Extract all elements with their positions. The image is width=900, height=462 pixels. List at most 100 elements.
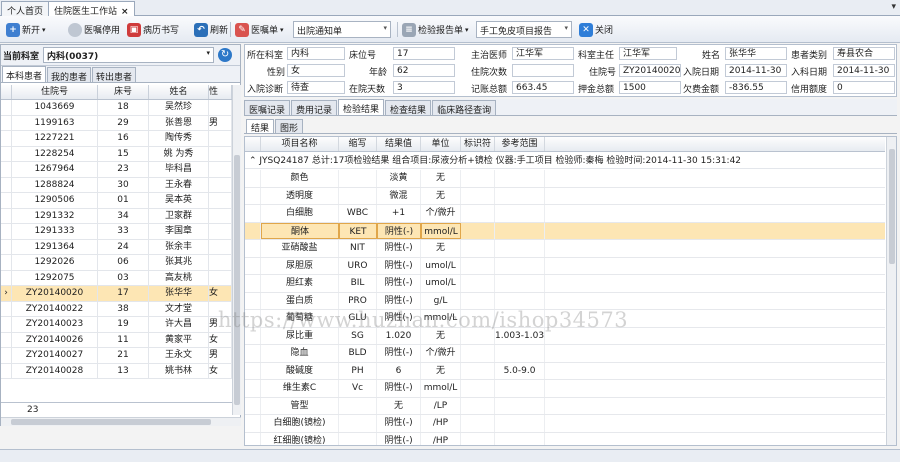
- tab-result-graph[interactable]: 图形: [275, 119, 304, 134]
- entry-date-field[interactable]: 2014-11-30: [833, 64, 895, 77]
- record-button[interactable]: ▣ 病历书写: [127, 20, 179, 39]
- sex-field[interactable]: 女: [287, 64, 345, 77]
- director-field[interactable]: 江华军: [619, 47, 677, 60]
- table-row[interactable]: 胆红素 BIL 阴性(-) umol/L: [245, 275, 885, 293]
- column-header-code[interactable]: 缩写: [339, 137, 377, 151]
- table-row[interactable]: 隐血 BLD 阴性(-) 个/微升: [245, 345, 885, 363]
- table-row[interactable]: 1291364 24 张余丰: [1, 239, 232, 255]
- table-row[interactable]: 尿胆原 URO 阴性(-) umol/L: [245, 257, 885, 275]
- tab-home[interactable]: 个人首页: [1, 1, 50, 17]
- diag-field[interactable]: 待查: [287, 81, 345, 94]
- column-header-inpatient-no[interactable]: 住院号: [12, 85, 98, 99]
- table-row[interactable]: › ZY20140020 17 张华华女: [1, 286, 232, 302]
- table-row[interactable]: 白细胞(镜检) 阴性(-)/HP: [245, 415, 885, 433]
- total-field[interactable]: 663.45: [512, 81, 574, 94]
- table-row[interactable]: 1043669 18 吴然珍: [1, 100, 232, 116]
- cell-unit: 无: [421, 170, 461, 187]
- table-row[interactable]: 1292026 06 张其兆: [1, 255, 232, 271]
- manual-report-select[interactable]: 手工免皮项目报告 ▾: [476, 21, 572, 38]
- table-row[interactable]: 1199163 29 张善恩男: [1, 115, 232, 131]
- column-header-value[interactable]: 结果值: [377, 137, 421, 151]
- table-row[interactable]: 1227221 16 陶传秀: [1, 131, 232, 147]
- cell-name: 许大昌: [149, 317, 209, 332]
- credit-field[interactable]: 0: [833, 81, 895, 94]
- table-row[interactable]: 1292075 03 高友桃: [1, 270, 232, 286]
- scrollbar-thumb[interactable]: [234, 155, 240, 405]
- tab-dept-patients[interactable]: 本科患者: [2, 66, 47, 82]
- table-row[interactable]: 1267964 23 毕科昌: [1, 162, 232, 178]
- cell-unit: 无: [421, 362, 461, 379]
- lab-report-button[interactable]: ≡ 检验报告单 ▾: [402, 20, 469, 39]
- tab-result-table[interactable]: 结果: [246, 119, 275, 134]
- table-row[interactable]: 亚硝酸盐 NIT 阴性(-) 无: [245, 240, 885, 258]
- order-sheet-button[interactable]: ✎ 医嘱单 ▾: [235, 20, 284, 39]
- tab-clinical-path[interactable]: 临床路径查询: [432, 100, 497, 116]
- days-field[interactable]: 3: [393, 81, 455, 94]
- table-row[interactable]: 1291333 33 李国章: [1, 224, 232, 240]
- refresh-dept-icon[interactable]: ↻: [218, 48, 233, 62]
- table-row[interactable]: ZY20140023 19 许大昌男: [1, 317, 232, 333]
- cell-bed: 03: [98, 270, 149, 285]
- table-row[interactable]: ZY20140022 38 文才堂: [1, 301, 232, 317]
- table-row[interactable]: 1290506 01 吴本英: [1, 193, 232, 209]
- collapse-icon[interactable]: ⌃: [249, 156, 259, 166]
- dept-select[interactable]: 内科(0037) ▾: [43, 47, 215, 63]
- table-row[interactable]: ZY20140026 11 黄家平女: [1, 332, 232, 348]
- discharge-select[interactable]: 出院通知单 ▾: [293, 21, 391, 38]
- vertical-scrollbar[interactable]: [886, 137, 896, 445]
- dept-field[interactable]: 内科: [287, 47, 345, 60]
- tab-doctor-station[interactable]: 住院医生工作站 ×: [48, 1, 135, 17]
- table-row[interactable]: 透明度 微混无: [245, 187, 885, 205]
- owed-field[interactable]: -836.55: [725, 81, 787, 94]
- tab-orders[interactable]: 医嘱记录: [244, 100, 291, 116]
- column-header-ref-range[interactable]: 参考范围: [495, 137, 545, 151]
- table-row[interactable]: ZY20140027 21 王永文男: [1, 348, 232, 364]
- tab-lab-results[interactable]: 检验结果: [338, 99, 385, 115]
- age-field[interactable]: 62: [393, 64, 455, 77]
- table-row[interactable]: 颜色 淡黄无: [245, 170, 885, 188]
- column-header-bed[interactable]: 床号: [98, 85, 149, 99]
- scrollbar-thumb[interactable]: [11, 419, 211, 425]
- table-row[interactable]: 白细胞 WBC +1 个/微升: [245, 205, 885, 223]
- table-row[interactable]: 酮体 KET 阴性(-) mmol/L: [245, 222, 885, 240]
- scrollbar-thumb[interactable]: [889, 149, 895, 264]
- table-row[interactable]: 酸碱度 PH 6 无 5.0-9.0: [245, 362, 885, 380]
- table-row[interactable]: 1288824 30 王永春: [1, 177, 232, 193]
- horizontal-scrollbar[interactable]: [1, 417, 241, 426]
- tab-my-patients[interactable]: 我的患者: [47, 67, 92, 83]
- column-header-item-name[interactable]: 项目名称: [261, 137, 339, 151]
- table-row[interactable]: 管型 无/LP: [245, 397, 885, 415]
- column-header-sex[interactable]: 性: [209, 85, 232, 99]
- category-field[interactable]: 寿县农合: [833, 47, 895, 60]
- table-row[interactable]: 红细胞(镜检) 阴性(-)/HP: [245, 432, 885, 445]
- table-row[interactable]: 维生素C Vc 阴性(-) mmol/L: [245, 380, 885, 398]
- refresh-button[interactable]: ↶ 刷新: [194, 20, 228, 39]
- table-row[interactable]: 1291332 34 卫家群: [1, 208, 232, 224]
- admit-times-field[interactable]: [512, 64, 574, 77]
- tab-costs[interactable]: 费用记录: [291, 100, 338, 116]
- stop-order-button[interactable]: 医嘱停用: [68, 20, 120, 39]
- result-group-row[interactable]: ⌃ JYSQ24187 总计:17项检验结果 组合项目:尿液分析+镜检 仪器:手…: [245, 153, 885, 169]
- cell-bed: 17: [98, 286, 149, 301]
- inpatient-no-field[interactable]: ZY20140020: [619, 64, 681, 77]
- column-header-unit[interactable]: 单位: [421, 137, 461, 151]
- vertical-scrollbar[interactable]: [232, 85, 241, 415]
- cell-name: 吴本英: [149, 193, 209, 208]
- name-field[interactable]: 张华华: [725, 47, 787, 60]
- close-button[interactable]: ✕ 关闭: [579, 20, 613, 39]
- column-header-name[interactable]: 姓名: [149, 85, 209, 99]
- bed-field[interactable]: 17: [393, 47, 455, 60]
- dropdown-arrow-icon[interactable]: ▾: [891, 2, 896, 12]
- table-row[interactable]: 1228254 15 姚 为秀: [1, 146, 232, 162]
- deposit-field[interactable]: 1500: [619, 81, 681, 94]
- cell-ref-range: [495, 380, 545, 397]
- new-button[interactable]: + 新开 ▾: [6, 20, 46, 39]
- cell-item-name: 酮体: [261, 222, 339, 239]
- tab-exam-results[interactable]: 检查结果: [385, 100, 432, 116]
- table-row[interactable]: ZY20140028 13 姚书林女: [1, 363, 232, 379]
- lab-icon: ≡: [402, 22, 416, 37]
- doctor-field[interactable]: 江华军: [512, 47, 574, 60]
- admit-date-field[interactable]: 2014-11-30: [725, 64, 787, 77]
- column-header-flag[interactable]: 标识符: [461, 137, 495, 151]
- tab-transferred-patients[interactable]: 转出患者: [92, 67, 137, 83]
